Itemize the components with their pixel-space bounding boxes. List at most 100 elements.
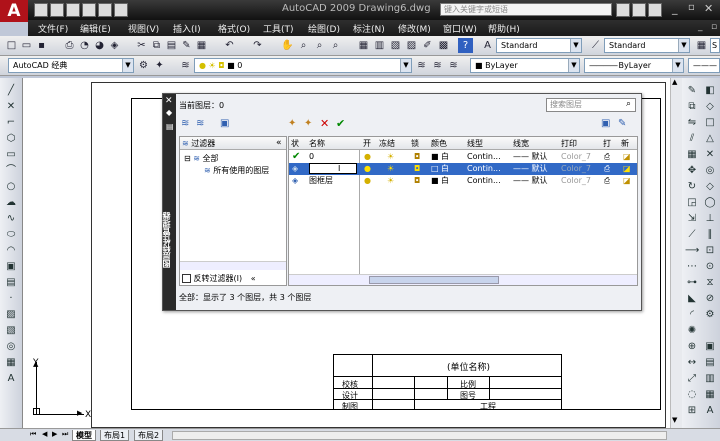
snap-intersection-icon[interactable]: ✕ <box>703 148 717 162</box>
close-icon[interactable]: ✕ <box>704 2 713 15</box>
draw-order-below-icon[interactable]: ▦ <box>703 388 717 402</box>
layer-states-icon[interactable]: ▣ <box>220 118 229 129</box>
scroll-up-icon[interactable]: ▲ <box>672 78 677 86</box>
menu-format[interactable]: 格式(O) <box>218 22 250 35</box>
linear-dim-icon[interactable]: ↔ <box>685 356 699 370</box>
snap-nearest-icon[interactable]: ⧖ <box>703 276 717 290</box>
layer-name[interactable]: 图框层 <box>309 175 333 187</box>
block-editor-icon[interactable]: ▦ <box>194 38 209 53</box>
set-current-icon[interactable]: ✔ <box>336 117 345 130</box>
new-vp-freeze-icon[interactable]: ◪ <box>623 163 631 175</box>
scale-icon[interactable]: ◲ <box>685 196 699 210</box>
menu-file[interactable]: 文件(F) <box>38 22 68 35</box>
snap-insert-icon[interactable]: ⊡ <box>703 244 717 258</box>
settings-icon[interactable]: ✎ <box>618 118 626 129</box>
new-layer-vp-frozen-icon[interactable]: ✦ <box>304 118 312 129</box>
text-front-icon[interactable]: A <box>703 404 717 418</box>
refresh-icon[interactable]: ▣ <box>601 118 610 129</box>
trim-icon[interactable]: ⟋ <box>685 228 699 242</box>
3d-dwf-icon[interactable]: ◈ <box>107 38 122 53</box>
layer-lineweight[interactable]: —— 默认 <box>513 151 548 163</box>
customize-icon[interactable]: ✦ <box>152 58 167 73</box>
snap-endpoint-icon[interactable]: □ <box>703 116 717 130</box>
rotate-icon[interactable]: ↻ <box>685 180 699 194</box>
delete-layer-icon[interactable]: ✕ <box>320 117 329 130</box>
menu-window[interactable]: 窗口(W) <box>443 22 477 35</box>
layer-linetype[interactable]: Contin... <box>467 163 501 175</box>
properties-menu-icon[interactable]: ▤ <box>166 122 174 131</box>
new-group-filter-icon[interactable]: ≋ <box>196 118 204 129</box>
quickcalc-icon[interactable]: ▩ <box>436 38 451 53</box>
snap-parallel-icon[interactable]: ∥ <box>703 228 717 242</box>
layer-combo[interactable]: ● ☀ ◘ ■ 0 ▼ <box>194 58 412 73</box>
draw-order-above-icon[interactable]: ▥ <box>703 372 717 386</box>
undo-toolbar-icon[interactable]: ↶ <box>222 38 237 53</box>
copy-icon[interactable]: ⧉ <box>149 38 164 53</box>
layer-hscroll[interactable] <box>289 274 637 285</box>
tab-last-icon[interactable]: ⏭ <box>62 430 68 439</box>
tab-first-icon[interactable]: ⏮ <box>30 430 36 439</box>
layer-row[interactable]: ◈ 图框层 ● ☀ ◘ ■ 白 Contin... —— 默认 Color_7 … <box>289 175 637 187</box>
redo-icon[interactable]: ↷ <box>114 3 128 17</box>
preview-icon[interactable]: ◔ <box>77 38 92 53</box>
zoom-realtime-icon[interactable]: ⌕ <box>296 38 311 53</box>
array-icon[interactable]: ▦ <box>685 148 699 162</box>
invert-filter-checkbox[interactable] <box>182 274 191 283</box>
move-icon[interactable]: ✥ <box>685 164 699 178</box>
spline-icon[interactable]: ∿ <box>4 212 18 226</box>
layer-lineweight[interactable]: —— 默认 <box>513 175 548 187</box>
construction-line-icon[interactable]: ✕ <box>4 100 18 114</box>
zoom-previous-icon[interactable]: ⌕ <box>328 38 343 53</box>
autohide-icon[interactable]: ◆ <box>166 108 172 117</box>
plot-printer-icon[interactable]: ⎙ <box>604 151 610 163</box>
col-plot-style[interactable]: 打印 <box>559 137 601 150</box>
app-logo[interactable]: A <box>0 0 28 22</box>
invert-filter-row[interactable]: 反转过滤器(I) « <box>182 273 256 284</box>
layer-name[interactable]: 0 <box>309 151 314 163</box>
save-icon[interactable]: ▪ <box>66 3 80 17</box>
join-icon[interactable]: ⊶ <box>685 276 699 290</box>
erase-icon[interactable]: ✎ <box>685 84 699 98</box>
save-file-icon[interactable]: ▪ <box>34 38 49 53</box>
polyline-icon[interactable]: ⌐ <box>4 116 18 130</box>
stretch-icon[interactable]: ⇲ <box>685 212 699 226</box>
circle-icon[interactable]: ○ <box>4 180 18 194</box>
copy-object-icon[interactable]: ⧉ <box>685 100 699 114</box>
layer-lineweight[interactable]: —— 默认 <box>513 163 548 175</box>
menu-help[interactable]: 帮助(H) <box>488 22 520 35</box>
tree-expand-icon[interactable]: ⊟ <box>184 154 191 163</box>
menu-dimension[interactable]: 标注(N) <box>353 22 385 35</box>
redo-toolbar-icon[interactable]: ↷ <box>250 38 265 53</box>
col-color[interactable]: 颜色 <box>429 137 465 150</box>
layer-name-edit[interactable] <box>309 163 357 174</box>
point-icon[interactable]: · <box>4 292 18 306</box>
mtext-icon[interactable]: A <box>4 372 18 386</box>
markup-icon[interactable]: ✐ <box>420 38 435 53</box>
menu-edit[interactable]: 编辑(E) <box>80 22 111 35</box>
fillet-icon[interactable]: ◜ <box>685 308 699 322</box>
text-style-combo[interactable]: Standard ▼ <box>496 38 582 53</box>
layer-search-input[interactable]: 搜索图层 <box>546 98 636 112</box>
snap-quadrant-icon[interactable]: ◇ <box>703 180 717 194</box>
arc-icon[interactable]: ⌒ <box>4 164 18 178</box>
tab-model[interactable]: 模型 <box>72 430 96 441</box>
col-linetype[interactable]: 线型 <box>465 137 511 150</box>
thaw-sun-icon[interactable]: ☀ <box>387 175 394 187</box>
draw-order-icon[interactable]: ◧ <box>703 84 717 98</box>
col-lock[interactable]: 锁 <box>409 137 429 150</box>
snap-tangent-icon[interactable]: ◯ <box>703 196 717 210</box>
undo-icon[interactable]: ↶ <box>98 3 112 17</box>
layer-row-selected[interactable]: ◈ Ⅰ ● ☀ ◘ □ 白 Contin... —— 默认 Color_7 ⎙ … <box>289 163 637 175</box>
col-freeze[interactable]: 冻结 <box>377 137 409 150</box>
menu-draw[interactable]: 绘图(D) <box>308 22 340 35</box>
menu-insert[interactable]: 插入(I) <box>173 22 201 35</box>
open-file-icon[interactable]: ▭ <box>19 38 34 53</box>
layer-color[interactable]: 白 <box>441 151 449 163</box>
vertical-scrollbar[interactable]: ▲ ▼ <box>670 78 682 428</box>
object-snap-icon[interactable]: ◇ <box>703 100 717 114</box>
color-swatch-icon[interactable]: ■ <box>431 151 439 163</box>
layer-manager-icon[interactable]: ≋ <box>178 58 193 73</box>
ellipse-arc-icon[interactable]: ◠ <box>4 244 18 258</box>
quick-dim-icon[interactable]: ⊞ <box>685 404 699 418</box>
new-layer-icon[interactable]: ✦ <box>288 118 296 129</box>
